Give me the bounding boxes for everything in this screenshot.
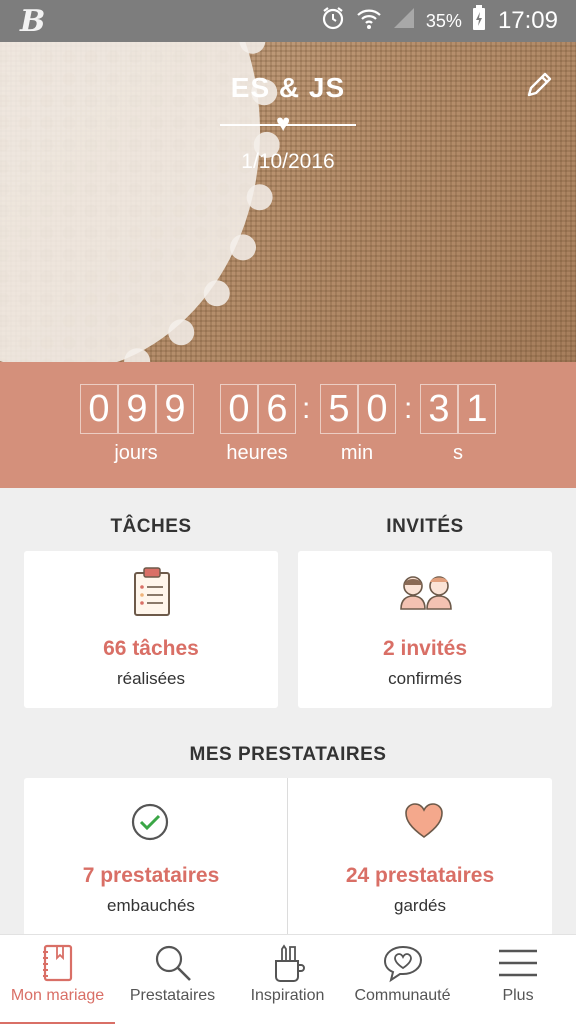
tasks-card[interactable]: 66 tâches réalisées: [24, 551, 278, 708]
countdown-digit: 6: [258, 384, 296, 434]
countdown-days: 0 9 9: [80, 384, 194, 434]
tasks-count: 66 tâches: [103, 637, 199, 660]
vendors-card: 7 prestataires embauchés 24 prestataires…: [24, 778, 552, 936]
nav-label: Inspiration: [250, 987, 325, 1004]
vendors-saved-status: gardés: [394, 896, 446, 915]
countdown-digit: 3: [420, 384, 458, 434]
chat-heart-icon: [383, 945, 422, 983]
guests-status: confirmés: [388, 669, 462, 688]
countdown-digit: 1: [458, 384, 496, 434]
vendors-hired-status: embauchés: [107, 896, 195, 915]
nav-item-mon-mariage[interactable]: Mon mariage: [0, 935, 115, 1024]
countdown-colon: :: [404, 392, 413, 425]
nav-label: Plus: [502, 987, 534, 1004]
countdown-panel: 0 9 9 0 6 : 5 0 : 3 1 jours heures min s: [0, 362, 576, 488]
vendors-hired-count[interactable]: 7 prestataires: [24, 864, 278, 888]
status-bar: B 35% 17:09: [0, 0, 576, 42]
vendors-heading: MES PRESTATAIRES: [189, 744, 387, 765]
nav-label: Prestataires: [129, 987, 216, 1004]
heart-icon: ♥: [276, 110, 291, 137]
countdown-hours: 0 6: [220, 384, 296, 434]
countdown-digit: 0: [80, 384, 118, 434]
couple-names: ES & JS: [230, 72, 346, 103]
countdown-label-seconds: s: [453, 442, 463, 464]
notebook-icon: [42, 944, 72, 982]
countdown-digit: 5: [320, 384, 358, 434]
vendors-saved-count[interactable]: 24 prestataires: [288, 864, 552, 888]
guests-count: 2 invités: [382, 637, 468, 660]
countdown-digit: 9: [118, 384, 156, 434]
vendors-divider: [287, 778, 288, 936]
search-icon: [155, 945, 191, 981]
countdown-colon: :: [302, 392, 311, 425]
countdown-label-days: jours: [114, 442, 158, 464]
countdown-minutes: 5 0: [320, 384, 396, 434]
pencil-icon[interactable]: [524, 70, 554, 100]
nav-item-prestataires[interactable]: Prestataires: [115, 935, 230, 1024]
wedding-hero: ES & JS ♥ 1/10/2016: [0, 42, 576, 362]
pencil-cup-icon: [274, 944, 305, 982]
nav-item-communaute[interactable]: Communauté: [345, 935, 460, 1024]
alarm-icon: [320, 5, 346, 37]
countdown-digit: 0: [220, 384, 258, 434]
nav-label: Communauté: [354, 987, 451, 1004]
tasks-status: réalisées: [116, 669, 186, 688]
guests-icon: [398, 571, 454, 616]
guests-heading: INVITÉS: [386, 516, 464, 537]
menu-icon: [499, 949, 537, 977]
nav-label: Mon mariage: [10, 987, 105, 1004]
heart-icon: [404, 802, 444, 845]
bottom-navigation: Mon mariage Prestataires Inspiration Com…: [0, 934, 576, 1024]
nav-item-inspiration[interactable]: Inspiration: [230, 935, 345, 1024]
battery-percent: 35%: [425, 10, 462, 31]
nav-item-plus[interactable]: Plus: [460, 935, 576, 1024]
app-logo: B: [20, 4, 46, 39]
countdown-seconds: 3 1: [420, 384, 496, 434]
status-icons: 35% 17:09: [320, 0, 558, 42]
countdown-digit: 9: [156, 384, 194, 434]
status-time: 17:09: [497, 7, 558, 34]
tasks-heading: TÂCHES: [110, 516, 192, 537]
battery-icon: [472, 5, 486, 37]
signal-icon: [392, 6, 416, 36]
wifi-icon: [356, 6, 382, 36]
guests-card[interactable]: 2 invités confirmés: [298, 551, 552, 708]
wedding-date: 1/10/2016: [241, 150, 335, 173]
check-circle-icon: [130, 802, 170, 847]
clipboard-icon: [132, 565, 172, 622]
countdown-digit: 0: [358, 384, 396, 434]
